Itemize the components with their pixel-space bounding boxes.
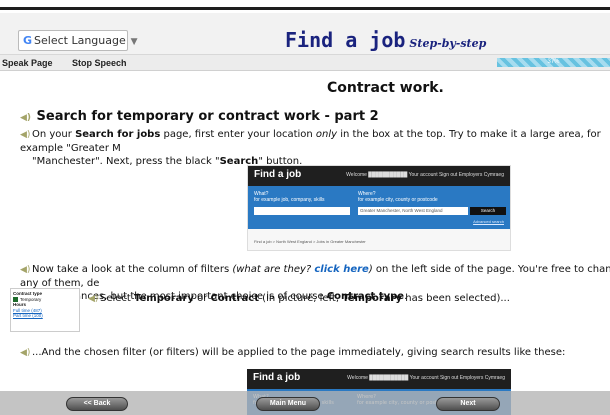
language-label: Select Language [34, 34, 126, 47]
section-title: ◀) Search for temporary or contract work… [20, 109, 379, 124]
instruction-paragraph-1: ◀) On your Search for jobs page, first en… [20, 129, 601, 167]
screenshot-topbar: Find a job Welcome ███████████ Your acco… [247, 369, 511, 389]
language-select[interactable]: G Select Language ▼ [18, 30, 138, 51]
progress-bar: 37% [497, 58, 610, 67]
main-menu-button[interactable]: Main Menu [256, 397, 320, 411]
google-icon: G [23, 34, 33, 47]
top-border [0, 0, 610, 10]
stop-speech-button[interactable]: Stop Speech [72, 57, 127, 69]
screenshot-search-button: Search [470, 207, 506, 215]
where-label: Where?for example city, county or postco… [358, 191, 438, 203]
header-bar: G Select Language ▼ Find a job Step-by-ste… [0, 13, 610, 55]
screenshot-nav: Welcome ███████████ Your account Sign ou… [346, 172, 504, 178]
speaker-icon[interactable]: ◀) [88, 293, 100, 306]
screenshot-breadcrumb: Find a job > North West England > Jobs i… [254, 239, 366, 244]
speaker-icon[interactable]: ◀) [20, 129, 32, 142]
screenshot-search-panel: What? for example job, company, skills Wh… [248, 186, 510, 229]
what-label: What?for example job, company, skills [254, 191, 325, 203]
part-time-option: Part time (100) [13, 313, 43, 318]
advanced-search-link: Advanced search [473, 219, 504, 224]
screenshot-nav: Welcome ███████████ Your account Sign ou… [347, 375, 505, 381]
speak-page-button[interactable]: Speak Page [2, 57, 53, 69]
what-input [254, 207, 350, 215]
hours-label: Hours [13, 302, 27, 307]
instruction-paragraph-3: ◀) Select Temporary or Contract (in pictu… [88, 293, 510, 306]
speaker-icon[interactable]: ◀) [20, 264, 32, 277]
screenshot-brand: Find a job [254, 169, 302, 180]
temporary-option: Temporary [20, 296, 42, 302]
page-title: Find a job Step-by-step [285, 28, 486, 52]
title-subtitle: Step-by-step [409, 37, 487, 50]
next-button[interactable]: Next [436, 397, 500, 411]
screenshot-brand: Find a job [253, 372, 301, 383]
title-text: Find a job [285, 28, 406, 52]
where-input: Greater Manchester, North West England [358, 207, 468, 215]
contract-type-label: Contract type [13, 291, 43, 296]
speech-toolbar: Speak Page Stop Speech 37% [0, 55, 610, 71]
speaker-icon[interactable]: ◀) [20, 347, 32, 360]
back-button[interactable]: << Back [66, 397, 128, 411]
screenshot-topbar: Find a job Welcome ███████████ Your acco… [248, 166, 510, 186]
instruction-paragraph-4: ◀) ...And the chosen filter (or filters) … [20, 347, 566, 360]
section-title-text: Search for temporary or contract work - … [36, 109, 379, 124]
what-are-they-link[interactable]: click here [314, 264, 368, 275]
full-time-option: Full time (487) [13, 307, 42, 313]
search-page-screenshot: Find a job Welcome ███████████ Your acco… [247, 165, 511, 251]
speaker-icon[interactable]: ◀) [20, 113, 32, 123]
filters-screenshot: Contract type Temporary Hours Full time … [10, 288, 80, 332]
page-heading: Contract work. [327, 80, 444, 96]
dropdown-arrow-icon: ▼ [127, 37, 138, 47]
progress-label: 37% [547, 59, 560, 65]
